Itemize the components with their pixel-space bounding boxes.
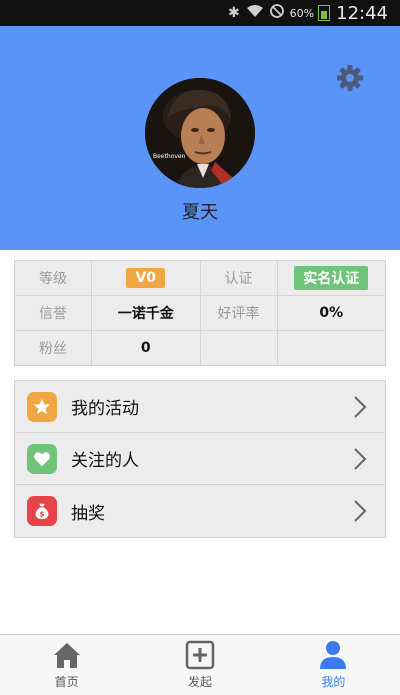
credit-value: 一诺千金 xyxy=(91,295,201,331)
avatar-portrait: Beethoven xyxy=(145,78,255,188)
username: 夏天 xyxy=(182,202,218,223)
chevron-right-icon xyxy=(354,500,367,522)
clock: 12:44 xyxy=(336,2,388,24)
avatar-caption: Beethoven xyxy=(153,153,186,160)
menu-item-label: 抽奖 xyxy=(71,503,105,524)
chevron-right-icon xyxy=(354,396,367,418)
empty-cell xyxy=(276,330,386,366)
battery-percent: 60% xyxy=(289,6,315,20)
menu-item-following[interactable]: 关注的人 xyxy=(15,433,385,485)
heart-icon xyxy=(27,443,57,474)
bluetooth-icon: ✱ xyxy=(227,5,240,21)
chevron-right-icon xyxy=(354,448,367,470)
menu-item-label: 关注的人 xyxy=(71,451,139,471)
empty-cell xyxy=(199,330,278,366)
menu-item-lottery[interactable]: $ 抽奖 xyxy=(15,485,385,537)
status-bar: ✱ 60% 12:44 xyxy=(0,0,400,26)
plus-square-icon xyxy=(185,640,215,670)
tab-mine[interactable]: 我的 xyxy=(267,635,400,695)
profile-header: Beethoven 夏天 xyxy=(0,26,400,250)
profile-menu: 我的活动 关注的人 $ 抽奖 xyxy=(14,380,386,538)
verify-value-cell: 实名认证 xyxy=(276,260,386,296)
profile-info-table: 等级 V0 认证 实名认证 信誉 一诺千金 好评率 0% 粉丝 0 xyxy=(14,260,386,366)
verified-badge[interactable]: 实名认证 xyxy=(294,266,369,290)
wifi-icon xyxy=(246,4,264,22)
battery-icon xyxy=(318,5,331,21)
bottom-navigation: 首页 发起 我的 xyxy=(0,634,400,695)
menu-item-label: 我的活动 xyxy=(71,399,139,419)
credit-label: 信誉 xyxy=(14,295,92,331)
level-label: 等级 xyxy=(14,260,92,296)
mute-icon xyxy=(269,4,284,22)
fans-label: 粉丝 xyxy=(14,330,92,366)
tab-label: 发起 xyxy=(187,675,212,689)
svg-text:$: $ xyxy=(39,509,44,518)
rating-label: 好评率 xyxy=(199,295,278,331)
star-icon xyxy=(27,391,57,422)
level-value-cell: V0 xyxy=(91,260,201,296)
verify-label: 认证 xyxy=(199,260,278,296)
avatar[interactable]: Beethoven xyxy=(145,78,255,188)
tab-home[interactable]: 首页 xyxy=(0,635,133,695)
fans-value: 0 xyxy=(91,330,201,366)
rating-value: 0% xyxy=(276,295,386,331)
money-bag-icon: $ xyxy=(27,496,57,526)
settings-gear-icon[interactable] xyxy=(336,64,364,92)
tab-label: 首页 xyxy=(54,675,79,689)
tab-create[interactable]: 发起 xyxy=(133,635,266,695)
menu-item-my-activities[interactable]: 我的活动 xyxy=(15,381,385,433)
level-badge: V0 xyxy=(126,268,166,288)
person-icon xyxy=(320,641,347,669)
home-icon xyxy=(53,643,80,668)
tab-label: 我的 xyxy=(321,675,346,689)
